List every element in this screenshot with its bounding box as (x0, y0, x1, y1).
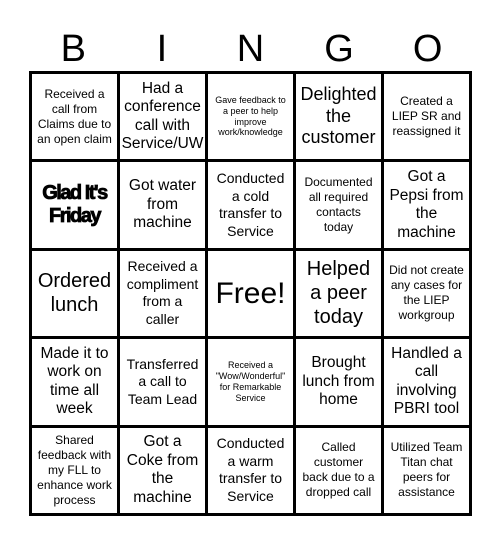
header-letter-b: B (60, 28, 86, 70)
cell-text: Received a "Wow/Wonderful" for Remarkabl… (215, 360, 286, 403)
bingo-cell[interactable]: Documented all required contacts today (296, 162, 381, 248)
cell-text: Called customer back due to a dropped ca… (302, 440, 375, 500)
bingo-board: Received a call from Claims due to an op… (29, 71, 472, 516)
cell-text: Had a conference call with Service/UW (121, 79, 204, 153)
bingo-cell[interactable]: Ordered lunch (32, 250, 117, 337)
bingo-cell[interactable]: Shared feedback with my FLL to enhance w… (32, 427, 117, 513)
bingo-cell[interactable]: Handled a call involving PBRI tool (384, 339, 469, 425)
free-space-text: Free! (215, 276, 286, 310)
header-letter-n: N (236, 28, 265, 70)
cell-text: Got a Coke from the machine (126, 433, 199, 506)
cell-text: Received a call from Claims due to an op… (37, 86, 112, 146)
bingo-cell[interactable]: Called customer back due to a dropped ca… (296, 427, 381, 513)
cell-text: Brought lunch from home (302, 354, 375, 409)
cell-text: Did not create any cases for the LIEP wo… (389, 263, 464, 323)
bingo-cell[interactable]: Received a call from Claims due to an op… (32, 74, 117, 160)
cell-text: Got a Pepsi from the machine (389, 167, 464, 241)
cell-text: Made it to work on time all week (40, 344, 109, 418)
bingo-cell[interactable]: Got a Pepsi from the machine (384, 162, 469, 248)
bingo-cell[interactable]: Got water from machine (120, 162, 205, 248)
header-letter-o: O (412, 28, 443, 70)
header-letter-g: G (324, 28, 354, 70)
cell-text: Created a LIEP SR and reassigned it (391, 94, 462, 139)
cell-text: Received a compliment from a caller (126, 258, 199, 327)
cell-text: Conducted a warm transfer to Service (216, 435, 285, 504)
bingo-cell[interactable]: Glad It's Friday (32, 162, 117, 248)
bingo-cell[interactable]: Utilized Team Titan chat peers for assis… (384, 427, 469, 513)
cell-text: Utilized Team Titan chat peers for assis… (390, 440, 463, 500)
free-space-cell[interactable]: Free! (208, 250, 293, 337)
cell-text: Documented all required contacts today (304, 175, 373, 235)
bingo-cell[interactable]: Received a compliment from a caller (120, 250, 205, 337)
cell-text: Delighted the customer (300, 84, 377, 148)
bingo-cell[interactable]: Did not create any cases for the LIEP wo… (384, 250, 469, 337)
bingo-cell[interactable]: Had a conference call with Service/UW (120, 74, 205, 160)
bingo-cell[interactable]: Created a LIEP SR and reassigned it (384, 74, 469, 160)
cell-text: Gave feedback to a peer to help improve … (215, 95, 286, 138)
bingo-cell[interactable]: Made it to work on time all week (32, 339, 117, 425)
bingo-cell[interactable]: Gave feedback to a peer to help improve … (208, 74, 293, 160)
cell-text: Ordered lunch (37, 270, 112, 317)
bingo-cell[interactable]: Transferred a call to Team Lead (120, 339, 205, 425)
cell-text: Helped a peer today (306, 258, 371, 329)
bingo-cell[interactable]: Got a Coke from the machine (120, 427, 205, 513)
cell-text: Conducted a cold transfer to Service (216, 170, 285, 239)
cell-text: Got water from machine (128, 177, 197, 232)
bingo-header: B I N G O (29, 26, 472, 72)
cell-text: Shared feedback with my FLL to enhance w… (37, 432, 112, 507)
cell-text: Transferred a call to Team Lead (126, 355, 199, 407)
bingo-cell[interactable]: Conducted a warm transfer to Service (208, 427, 293, 513)
cell-text: Handled a call involving PBRI tool (391, 344, 462, 418)
bingo-cell[interactable]: Received a "Wow/Wonderful" for Remarkabl… (208, 339, 293, 425)
bingo-cell[interactable]: Brought lunch from home (296, 339, 381, 425)
bingo-cell[interactable]: Delighted the customer (296, 74, 381, 160)
header-letter-i: I (156, 28, 168, 70)
bingo-cell[interactable]: Helped a peer today (296, 250, 381, 337)
bingo-cell[interactable]: Conducted a cold transfer to Service (208, 162, 293, 248)
cell-text: Glad It's Friday (42, 182, 109, 228)
